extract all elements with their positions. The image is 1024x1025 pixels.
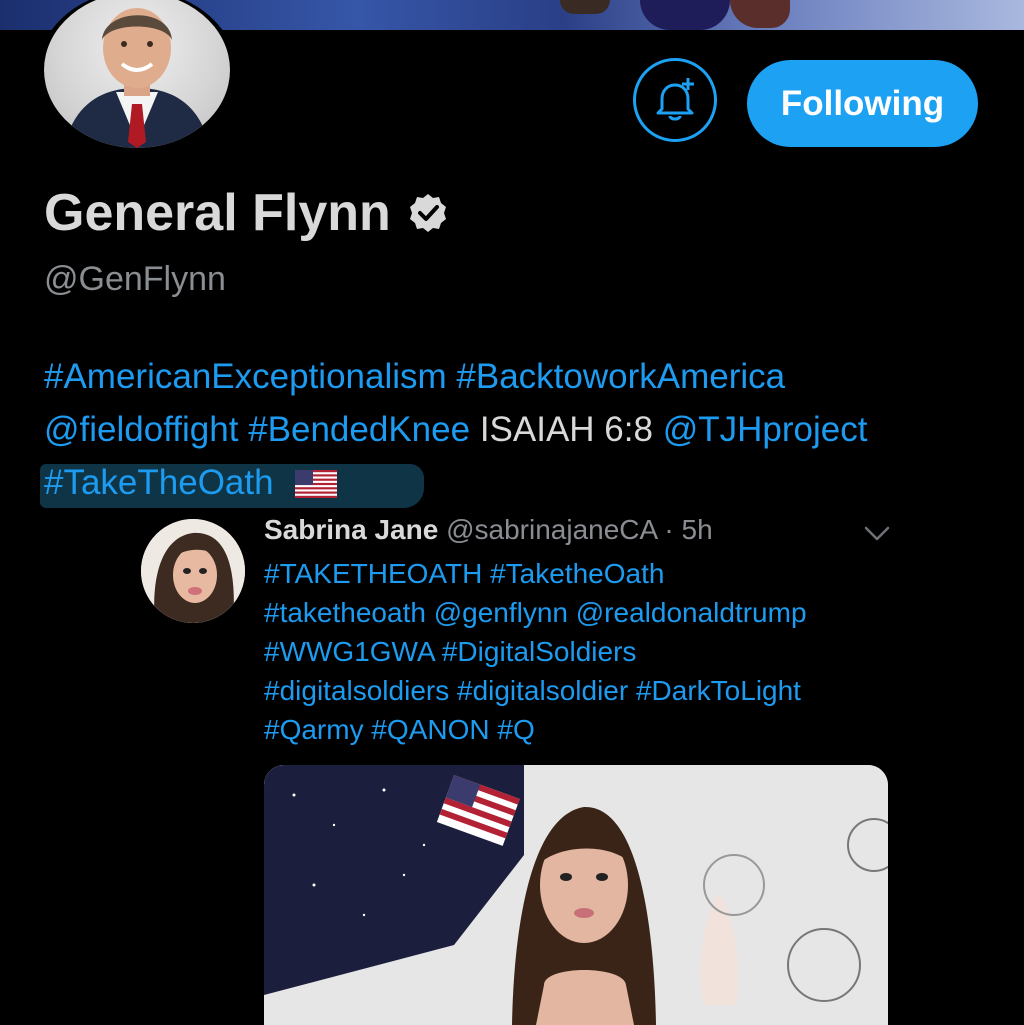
bio-text: ISAIAH 6:8 [479,410,653,449]
us-flag-icon [295,470,338,498]
reply-text-line[interactable]: #Qarmy #QANON #Q [264,710,807,749]
profile-handle: @GenFlynn [44,260,226,298]
reply-author-avatar[interactable] [141,519,245,623]
reply-text-line[interactable]: #taketheoath @genflynn @realdonaldtrump [264,593,807,632]
reply-text: #TAKETHEOATH #TaketheOath #taketheoath @… [264,554,807,749]
hashtag-link[interactable]: #BacktoworkAmerica [456,357,785,396]
hashtag-link[interactable]: #AmericanExceptionalism [44,357,447,396]
chevron-down-icon[interactable] [862,520,892,546]
reply-media-image[interactable] [264,765,888,1025]
reply-text-line[interactable]: #TAKETHEOATH #TaketheOath [264,554,807,593]
following-label: Following [780,83,945,123]
hashtag-link[interactable]: #BendedKnee [248,410,470,449]
notifications-button[interactable] [633,58,717,142]
reply-text-line[interactable]: #WWG1GWA #DigitalSoldiers [264,632,807,671]
display-name-text: General Flynn [44,184,391,242]
mention-link[interactable]: @TJHproject [663,410,868,449]
highlighted-tag: #TakeTheOath [40,456,424,509]
following-button[interactable]: Following [747,60,978,147]
reply-timestamp[interactable]: 5h [682,514,713,545]
display-name: General Flynn [44,183,449,243]
reply-text-line[interactable]: #digitalsoldiers #digitalsoldier #DarkTo… [264,671,807,710]
mention-link[interactable]: @fieldoffight [44,410,238,449]
meta-separator [674,514,682,545]
hashtag-link[interactable]: #TakeTheOath [44,463,274,502]
bell-plus-icon [656,78,694,121]
reply-author-name[interactable]: Sabrina Jane [264,514,438,545]
reply-author-handle[interactable]: @sabrinajaneCA [446,514,657,545]
profile-bio: #AmericanExceptionalism #BacktoworkAmeri… [40,350,1004,509]
verified-badge-icon [409,194,446,232]
meta-separator: · [664,514,674,545]
reply-header: Sabrina Jane @sabrinajaneCA · 5h [264,514,713,546]
